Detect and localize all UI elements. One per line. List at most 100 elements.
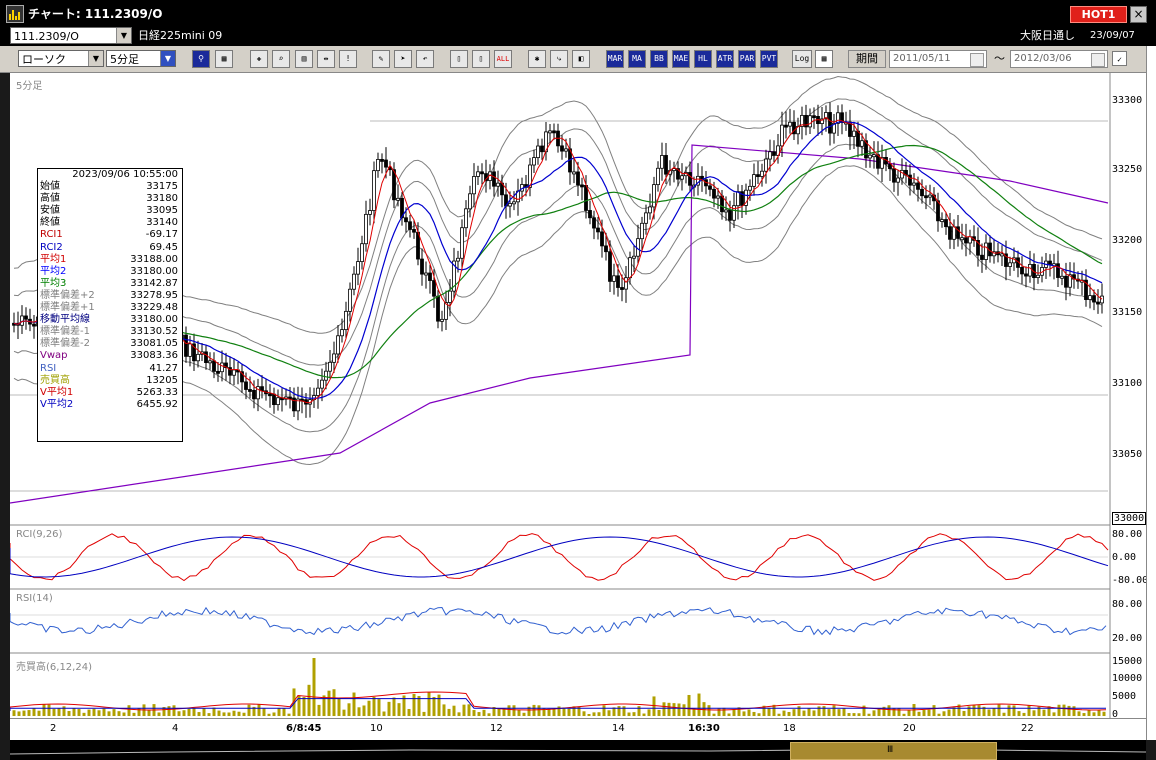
indicator-mar-button[interactable]: MAR xyxy=(606,50,624,68)
volume-tick: 5000 xyxy=(1112,691,1137,702)
market-name: 大阪日通し xyxy=(1020,29,1075,42)
all-icon[interactable]: ALL xyxy=(494,50,512,68)
log-button[interactable]: Log xyxy=(792,50,812,68)
candle-icon[interactable]: ▯ xyxy=(450,50,468,68)
undo-icon[interactable]: ↶ xyxy=(416,50,434,68)
volume-bar xyxy=(282,708,286,716)
warning-icon[interactable]: ! xyxy=(339,50,357,68)
arrow-icon[interactable]: ➤ xyxy=(394,50,412,68)
info-key: RCI1 xyxy=(40,229,63,241)
volume-bar xyxy=(267,713,271,716)
candle-body xyxy=(348,288,352,312)
brush-icon[interactable]: ⤷ xyxy=(550,50,568,68)
toolbar: ローソク ▼ 5分足 ▼ ⚲ ▦ ✚ ⌕ ▥ ⇹! ✎ ➤ ↶ ▯ ▯ ALL ✱ ⤷ ◧ MAR MA BB M… xyxy=(0,46,1156,73)
color-icon[interactable]: ◧ xyxy=(572,50,590,68)
symbol-name: 日経225mini 09 xyxy=(138,29,223,42)
candle-body xyxy=(380,159,384,162)
candle-body xyxy=(1092,295,1096,303)
close-button[interactable]: × xyxy=(1130,6,1147,23)
indicator-pvt-button[interactable]: PVT xyxy=(760,50,778,68)
volume-bar xyxy=(482,709,486,716)
volume-bar xyxy=(177,711,181,716)
chevron-down-icon[interactable]: ▼ xyxy=(160,51,175,66)
x-axis-label: 22 xyxy=(1021,723,1034,734)
info-value: 33142.87 xyxy=(130,277,178,289)
split-icon[interactable]: ⇹ xyxy=(317,50,335,68)
grid-icon[interactable]: ▦ xyxy=(215,50,233,68)
info-value: 6455.92 xyxy=(136,398,178,410)
search-icon[interactable]: ⌕ xyxy=(272,50,290,68)
indicator-mae-button[interactable]: MAE xyxy=(672,50,690,68)
candle-body xyxy=(536,145,540,159)
volume-bar xyxy=(642,713,646,716)
x-axis-label: 14 xyxy=(612,723,625,734)
candle-body xyxy=(872,154,876,158)
cursor-icon[interactable]: ✚ xyxy=(250,50,268,68)
export-icon[interactable]: ▦ xyxy=(815,50,833,68)
bar-chart-icon[interactable]: ▥ xyxy=(295,50,313,68)
volume-bar xyxy=(37,710,41,716)
pencil-icon[interactable]: ✎ xyxy=(372,50,390,68)
interval-label: 5分足 xyxy=(16,81,43,92)
candle-body xyxy=(320,379,324,389)
candle-body xyxy=(580,184,584,188)
date-from-field[interactable]: 2011/05/11 xyxy=(889,50,987,68)
checkbox-icon[interactable]: ✓ xyxy=(1112,51,1127,66)
volume-bar xyxy=(702,702,706,716)
zoom-icon[interactable]: ⚲ xyxy=(192,50,210,68)
indicator-ma-button[interactable]: MA xyxy=(628,50,646,68)
candle-body xyxy=(716,195,720,199)
candle-body xyxy=(768,151,772,160)
settings-icon[interactable]: ✱ xyxy=(528,50,546,68)
info-key: 平均1 xyxy=(40,253,67,265)
info-value: 33140 xyxy=(146,217,178,229)
volume-bar xyxy=(547,708,551,716)
candle-blue-icon[interactable]: ▯ xyxy=(472,50,490,68)
chevron-down-icon[interactable]: ▼ xyxy=(88,51,103,66)
candle-body xyxy=(268,393,272,397)
volume-bar xyxy=(582,711,586,716)
scroll-thumb[interactable]: Ⅲ xyxy=(790,742,997,760)
symbol-select[interactable]: 111.2309/O ▼ xyxy=(10,27,132,44)
volume-bar xyxy=(962,710,966,716)
info-key: 標準偏差-2 xyxy=(40,338,90,350)
time-scrollbar[interactable]: Ⅲ xyxy=(10,740,1146,760)
volume-bar xyxy=(592,712,596,716)
candle-body xyxy=(508,203,512,207)
info-key: 標準偏差+1 xyxy=(40,302,95,314)
symbol-bar: 111.2309/O ▼ 日経225mini 09 大阪日通し 23/09/07 xyxy=(0,26,1156,46)
volume-bar xyxy=(102,708,106,716)
indicator-atr-button[interactable]: ATR xyxy=(716,50,734,68)
volume-bar xyxy=(87,709,91,716)
indicator-bb-button[interactable]: BB xyxy=(650,50,668,68)
volume-bar xyxy=(227,712,231,716)
volume-bar xyxy=(397,703,401,716)
indicator-par-button[interactable]: PAR xyxy=(738,50,756,68)
x-axis-label: 18 xyxy=(783,723,796,734)
candle-body xyxy=(616,275,620,288)
volume-bar xyxy=(472,710,476,716)
chart-area[interactable]: 5分足 RCI(9,26) RSI(14) 売買高(6,12,24) 33300… xyxy=(10,73,1146,738)
date-to-field[interactable]: 2012/03/06 xyxy=(1010,50,1108,68)
interval-select[interactable]: 5分足 ▼ xyxy=(106,50,176,67)
right-scroll-edge[interactable] xyxy=(1146,46,1156,740)
candle-body xyxy=(32,323,36,327)
hot-button[interactable]: HOT1 xyxy=(1070,6,1127,23)
candle-body xyxy=(512,201,516,205)
candle-body xyxy=(644,212,648,224)
chevron-down-icon[interactable]: ▼ xyxy=(116,28,131,43)
period-button[interactable]: 期間 xyxy=(848,50,886,68)
calendar-icon[interactable] xyxy=(1091,53,1105,67)
volume-bar xyxy=(687,694,691,716)
candle-body xyxy=(688,172,692,186)
candle-body xyxy=(952,226,956,240)
info-key: RSI xyxy=(40,362,57,374)
volume-bar xyxy=(1042,709,1046,716)
chart-type-select[interactable]: ローソク ▼ xyxy=(18,50,104,67)
calendar-icon[interactable] xyxy=(970,53,984,67)
volume-bar xyxy=(722,707,726,716)
volume-bar xyxy=(627,712,631,716)
info-key: V平均1 xyxy=(40,386,74,398)
window-title: チャート: 111.2309/O xyxy=(28,7,163,21)
indicator-hl-button[interactable]: HL xyxy=(694,50,712,68)
